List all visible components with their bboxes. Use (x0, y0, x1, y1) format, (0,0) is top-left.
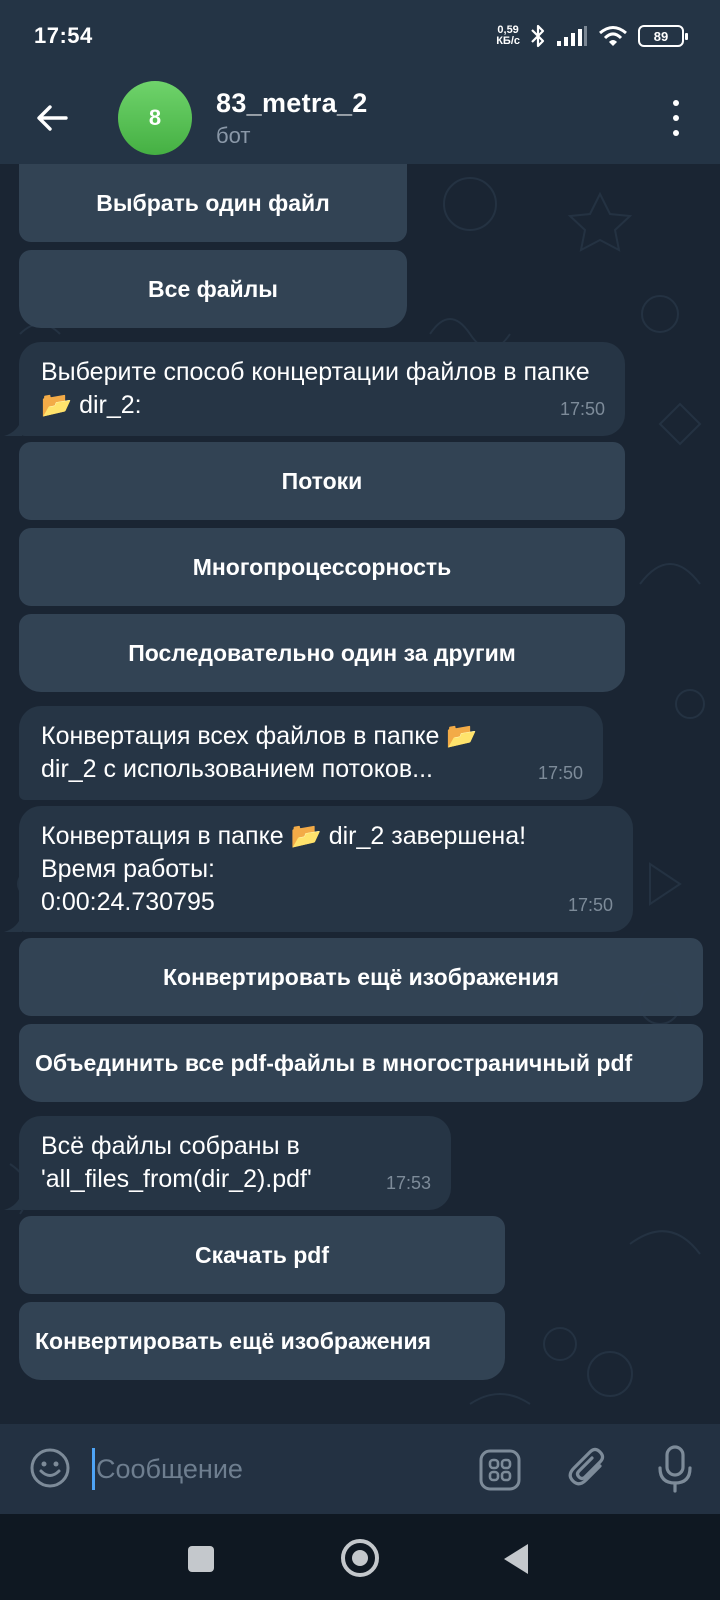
message-bubble[interactable]: Всё файлы собраны в 'all_files_from(dir_… (19, 1116, 451, 1210)
message-text: Выберите способ концертации файлов в пап… (41, 358, 590, 419)
message-bubble[interactable]: Конвертация всех файлов в папке 📂 dir_2 … (19, 706, 603, 800)
message-text-line: 0:00:24.730795 (41, 888, 215, 916)
avatar[interactable]: 8 (118, 81, 192, 155)
microphone-icon[interactable] (652, 1444, 698, 1494)
system-back-button[interactable] (504, 1544, 528, 1574)
keyboard-button-merge-pdf[interactable]: Объединить все pdf-файлы в многостраничн… (19, 1024, 703, 1102)
bubble-tail (4, 418, 22, 436)
keyboard-button-all-files[interactable]: Все файлы (19, 250, 407, 328)
dot-icon (673, 130, 679, 136)
bluetooth-icon (531, 24, 545, 48)
back-arrow-icon (37, 105, 68, 131)
chat-info[interactable]: 83_metra_2 бот (216, 88, 368, 149)
signal-icon (557, 26, 587, 46)
wifi-icon (599, 26, 627, 46)
chat-title: 83_metra_2 (216, 87, 368, 118)
message-time: 17:50 (559, 399, 605, 419)
message-time: 17:53 (385, 1173, 431, 1193)
emoji-icon[interactable] (28, 1446, 72, 1490)
chat-area[interactable]: Выбрать один файл Все файлы Выберите спо… (0, 164, 720, 1424)
keyboard-button-multiprocessing[interactable]: Многопроцессорность (19, 528, 625, 606)
message-bubble[interactable]: Выберите способ концертации файлов в пап… (19, 342, 625, 436)
status-bar: 17:54 0,59 КБ/с 89 (0, 0, 720, 72)
message-text-line: Конвертация в папке 📂 dir_2 завершена! (41, 822, 527, 850)
message-input-bar (0, 1424, 720, 1514)
keyboard-button-select-one-file[interactable]: Выбрать один файл (19, 164, 407, 242)
battery-icon: 89 (638, 25, 688, 47)
keyboard-button-download-pdf[interactable]: Скачать pdf (19, 1216, 505, 1294)
keyboard-button-sequential[interactable]: Последовательно один за другим (19, 614, 625, 692)
message-time: 17:50 (567, 895, 613, 915)
message-time: 17:50 (537, 763, 583, 783)
text-cursor (92, 1448, 95, 1490)
network-speed: 0,59 КБ/с (496, 25, 520, 47)
message-bubble[interactable]: Конвертация в папке 📂 dir_2 завершена! В… (19, 806, 633, 932)
message-text-line: Всё файлы собраны в (41, 1132, 300, 1160)
dot-icon (673, 115, 679, 121)
system-navigation-bar (0, 1514, 720, 1600)
chat-header: 8 83_metra_2 бот (0, 72, 720, 164)
network-speed-unit: КБ/с (496, 35, 520, 47)
keyboard-button-convert-more[interactable]: Конвертировать ещё изображения (19, 938, 703, 1016)
bubble-tail (4, 914, 22, 932)
chat-subtitle: бот (216, 122, 251, 148)
message-text-line: 'all_files_from(dir_2).pdf' (41, 1165, 312, 1193)
recent-apps-button[interactable] (188, 1546, 214, 1572)
keyboard-button-convert-more[interactable]: Конвертировать ещё изображения (19, 1302, 505, 1380)
message-input[interactable] (96, 1446, 456, 1492)
bubble-tail (4, 1192, 22, 1210)
more-options-button[interactable] (666, 96, 686, 140)
keyboard-button-threads[interactable]: Потоки (19, 442, 625, 520)
back-button[interactable] (0, 72, 104, 164)
home-button[interactable] (341, 1539, 379, 1577)
message-text: Конвертация всех файлов в папке 📂 dir_2 … (41, 722, 478, 783)
status-icons: 0,59 КБ/с 89 (496, 23, 688, 49)
dot-icon (673, 100, 679, 106)
status-time: 17:54 (34, 23, 93, 48)
message-text-line: Время работы: (41, 855, 215, 883)
attach-icon[interactable] (566, 1446, 612, 1492)
bot-commands-icon[interactable] (478, 1448, 522, 1492)
